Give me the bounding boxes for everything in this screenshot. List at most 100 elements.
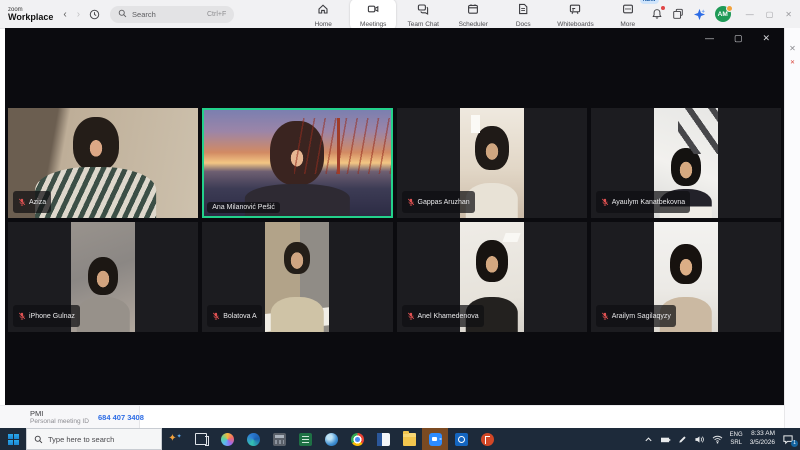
start-button[interactable]: [0, 428, 26, 450]
participant-nameplate: Ana Milanović Pešić: [207, 202, 280, 213]
tab-label: Team Chat: [408, 21, 439, 28]
language-indicator[interactable]: ENG SRL: [730, 431, 743, 447]
action-center-icon[interactable]: 1: [782, 434, 794, 445]
main-nav-tabs: Home Meetings Team Chat Scheduler Docs Whiteb…: [300, 0, 651, 30]
tab-meetings[interactable]: Meetings: [350, 0, 396, 30]
zoom-workplace-titlebar: zoom Workplace ‹ › Search Ctrl+F HomeMee…: [0, 0, 800, 29]
taskbar-icons: ✦✦: [162, 428, 500, 450]
tab-more[interactable]: MoreNEW: [605, 0, 651, 30]
history-clock-icon[interactable]: [89, 9, 100, 20]
user-avatar[interactable]: AM: [715, 6, 731, 22]
sparkle-icon[interactable]: ✦✦: [162, 428, 188, 450]
participant-tile[interactable]: Ana Milanović Pešić: [202, 108, 392, 218]
participant-name: Bolatova A: [223, 313, 256, 320]
tab-label: Docs: [516, 21, 531, 28]
search-input[interactable]: Search Ctrl+F: [110, 6, 234, 23]
taskbar-search-input[interactable]: Type here to search: [26, 428, 162, 450]
panel-alert-close-icon[interactable]: ✕: [790, 59, 795, 66]
tab-team-chat[interactable]: Team Chat: [400, 0, 446, 30]
hidden-icons-chevron-icon[interactable]: [644, 435, 653, 444]
search-icon: [118, 5, 127, 23]
tab-docs[interactable]: Docs: [500, 0, 546, 30]
docs-icon: [517, 2, 529, 20]
participant-tile[interactable]: Anel Khamedenova: [397, 222, 587, 332]
file-explorer-icon-glyph: [403, 433, 416, 446]
outlook-icon-glyph: [455, 433, 468, 446]
app-close-button[interactable]: ✕: [785, 10, 792, 19]
battery-icon[interactable]: [660, 435, 671, 444]
meeting-window: — ▢ ✕ Aziza Ana Milanović Pešić Gappas Aru…: [5, 28, 784, 405]
word-icon-glyph: [377, 433, 390, 446]
globe-icon[interactable]: [318, 428, 344, 450]
edge-icon[interactable]: [240, 428, 266, 450]
meeting-close-button[interactable]: ✕: [762, 33, 770, 44]
appbar-right-cluster: AM — ▢ ✕: [651, 6, 792, 22]
participant-video: [204, 110, 390, 216]
participant-tile[interactable]: iPhone Gulnaz: [8, 222, 198, 332]
word-icon[interactable]: [370, 428, 396, 450]
personal-meeting-id[interactable]: 684 407 3408: [98, 413, 144, 422]
powerpoint-icon[interactable]: [474, 428, 500, 450]
speaker-icon[interactable]: [694, 435, 705, 444]
bell-alert-dot: [661, 6, 665, 10]
tab-label: Whiteboards: [557, 21, 594, 28]
participant-tile[interactable]: Gappas Aruzhan: [397, 108, 587, 218]
home-icon: [317, 2, 329, 20]
participant-name: iPhone Gulnaz: [29, 313, 75, 320]
participant-video: [265, 222, 329, 332]
notifications-bell-icon[interactable]: [651, 8, 663, 20]
tab-scheduler[interactable]: Scheduler: [450, 0, 496, 30]
tab-whiteboards[interactable]: Whiteboards: [550, 0, 601, 30]
panel-close-icon[interactable]: ✕: [789, 44, 796, 53]
participant-name: Arailym Sagilaqyzy: [612, 313, 671, 320]
tab-home[interactable]: Home: [300, 0, 346, 30]
video-background-detail: [294, 118, 391, 173]
zoom-app-icon[interactable]: [422, 428, 448, 450]
muted-mic-icon: [601, 307, 609, 325]
file-explorer-icon[interactable]: [396, 428, 422, 450]
participant-tile[interactable]: Ayaulym Kanatbekovna: [591, 108, 781, 218]
app-minimize-button[interactable]: —: [746, 10, 754, 19]
excel-icon[interactable]: [292, 428, 318, 450]
outlook-icon[interactable]: [448, 428, 474, 450]
edge-icon-glyph: [247, 433, 260, 446]
excel-icon-glyph: [299, 433, 312, 446]
muted-mic-icon: [407, 307, 415, 325]
zoom-app-icon-glyph: [429, 433, 442, 446]
meeting-window-controls: — ▢ ✕: [705, 33, 770, 44]
pen-icon[interactable]: [678, 435, 687, 444]
participant-nameplate: iPhone Gulnaz: [13, 305, 80, 327]
chrome-icon[interactable]: [344, 428, 370, 450]
pmi-title: PMI: [30, 409, 89, 418]
calculator-icon[interactable]: [266, 428, 292, 450]
meeting-minimize-button[interactable]: —: [705, 33, 714, 44]
forward-button[interactable]: ›: [77, 9, 80, 20]
task-view-icon-glyph: [195, 433, 207, 445]
ai-companion-icon[interactable]: [693, 8, 706, 21]
participant-tile[interactable]: Arailym Sagilaqyzy: [591, 222, 781, 332]
windows-logo-icon: [8, 434, 19, 445]
copilot-icon[interactable]: [214, 428, 240, 450]
whiteboards-icon: [569, 2, 581, 20]
participant-nameplate: Bolatova A: [207, 305, 261, 327]
back-button[interactable]: ‹: [63, 9, 66, 20]
sparkle-icon-glyph: ✦✦: [168, 434, 181, 444]
language-bottom: SRL: [730, 439, 743, 447]
tab-label: Home: [315, 21, 332, 28]
network-wifi-icon[interactable]: [712, 435, 723, 444]
task-view-icon[interactable]: [188, 428, 214, 450]
muted-mic-icon: [18, 307, 26, 325]
chrome-icon-glyph: [351, 433, 364, 446]
participant-tile[interactable]: Bolatova A: [202, 222, 392, 332]
app-window-controls: — ▢ ✕: [746, 10, 792, 19]
open-windows-icon[interactable]: [672, 8, 684, 20]
tab-label: Meetings: [360, 21, 386, 28]
meeting-maximize-button[interactable]: ▢: [734, 33, 743, 44]
app-maximize-button[interactable]: ▢: [766, 10, 774, 19]
taskbar-clock[interactable]: 8:33 AM 3/5/2026: [750, 430, 775, 448]
participant-nameplate: Arailym Sagilaqyzy: [596, 305, 676, 327]
taskbar-search-icon: [34, 435, 43, 444]
tab-label: Scheduler: [459, 21, 488, 28]
participant-tile[interactable]: Aziza: [8, 108, 198, 218]
muted-mic-icon: [18, 193, 26, 211]
